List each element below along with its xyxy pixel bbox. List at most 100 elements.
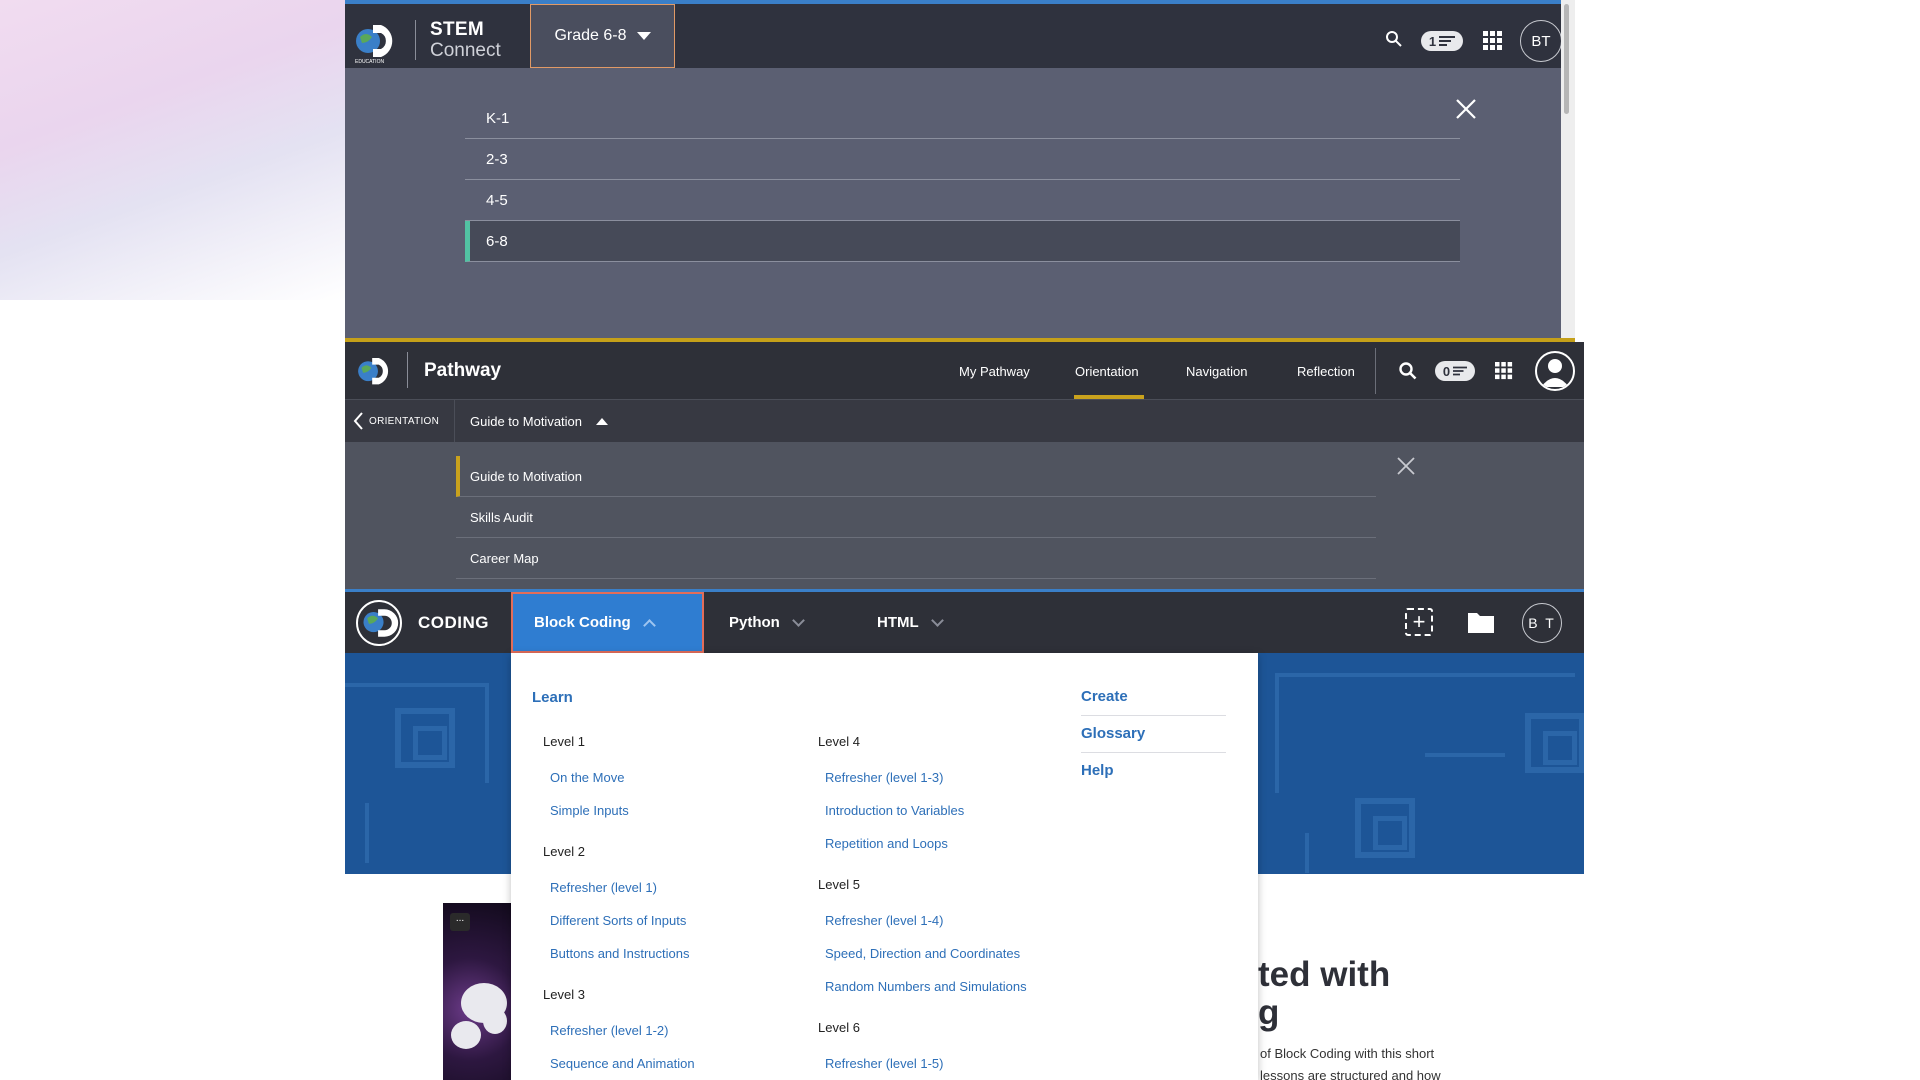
pathway-header: Pathway My Pathway Orientation Navigatio… — [345, 342, 1584, 399]
apps-grid-icon[interactable] — [1495, 362, 1513, 385]
lesson-link[interactable]: Refresher (level 1) — [550, 880, 657, 895]
circuit-trace — [365, 803, 369, 863]
discovery-logo-icon[interactable] — [354, 353, 392, 391]
tab-html[interactable]: HTML — [877, 592, 944, 653]
brand-title: Pathway — [424, 360, 502, 381]
grade-option-4-5[interactable]: 4-5 — [465, 180, 1460, 221]
lesson-item-skills-audit[interactable]: Skills Audit — [456, 497, 1376, 538]
discovery-logo-icon[interactable]: EDUCATION — [351, 19, 397, 65]
tab-label: HTML — [877, 614, 919, 631]
stem-connect-panel: EDUCATION STEM Connect 1 BT Grade 6-8 K-… — [345, 0, 1575, 342]
create-link[interactable]: Create — [1081, 679, 1226, 716]
hero-text-line2: lessons are structured and how — [1260, 1068, 1441, 1080]
chevron-down-icon — [791, 613, 805, 627]
lesson-link[interactable]: Sequence and Animation — [550, 1056, 695, 1071]
asteroid-shape — [451, 1021, 481, 1049]
brand-divider — [407, 352, 408, 388]
nav-orientation[interactable]: Orientation — [1075, 364, 1139, 379]
block-coding-mega-menu: Learn Level 1 On the Move Simple Inputs … — [511, 653, 1258, 1080]
circuit-chip-decoration — [395, 708, 455, 768]
scrollbar-thumb[interactable] — [1564, 4, 1569, 114]
subnav-divider — [454, 400, 455, 443]
lesson-thumbnail[interactable]: ... — [443, 903, 511, 1080]
close-icon[interactable] — [1397, 457, 1415, 480]
caret-up-icon — [596, 418, 609, 425]
level-6-heading: Level 6 — [818, 1020, 860, 1035]
level-1-heading: Level 1 — [543, 734, 585, 749]
nav-divider — [1375, 348, 1376, 394]
asteroid-shape — [483, 1008, 507, 1034]
level-3-heading: Level 3 — [543, 987, 585, 1002]
hero-heading-line2: g — [1258, 993, 1280, 1032]
circuit-chip-decoration — [1525, 713, 1584, 773]
apps-grid-icon[interactable] — [1483, 31, 1503, 56]
lesson-link[interactable]: Refresher (level 1-2) — [550, 1023, 669, 1038]
grade-selector-label: Grade 6-8 — [554, 27, 627, 44]
level-4-heading: Level 4 — [818, 734, 860, 749]
folder-icon[interactable] — [1467, 610, 1495, 639]
tab-block-coding[interactable]: Block Coding — [511, 592, 704, 653]
tab-label: Python — [729, 614, 780, 631]
lesson-item-career-map[interactable]: Career Map — [456, 538, 1376, 579]
search-icon[interactable] — [1385, 30, 1403, 53]
grade-selector-button[interactable]: Grade 6-8 — [530, 4, 675, 68]
user-profile-icon[interactable] — [1535, 351, 1575, 391]
lesson-link[interactable]: Simple Inputs — [550, 803, 629, 818]
tab-label: Block Coding — [534, 614, 631, 631]
lesson-link[interactable]: Refresher (level 1-3) — [825, 770, 944, 785]
circuit-trace — [1275, 673, 1575, 677]
notification-badge[interactable]: 1 — [1421, 31, 1463, 51]
learn-heading[interactable]: Learn — [532, 689, 573, 706]
brand-divider — [415, 20, 416, 60]
circuit-trace — [1305, 833, 1309, 873]
circuit-trace — [485, 683, 489, 783]
help-link[interactable]: Help — [1081, 753, 1226, 790]
nav-reflection[interactable]: Reflection — [1297, 364, 1355, 379]
discovery-logo-icon[interactable] — [356, 600, 402, 646]
brand-subtitle: Connect — [430, 40, 501, 61]
list-icon — [1453, 366, 1468, 376]
grade-option-k-1[interactable]: K-1 — [465, 98, 1460, 139]
grade-option-6-8[interactable]: 6-8 — [465, 221, 1460, 262]
badge-count: 0 — [1442, 363, 1451, 379]
add-project-icon[interactable]: + — [1405, 608, 1433, 636]
lesson-link[interactable]: Repetition and Loops — [825, 836, 948, 851]
lesson-link[interactable]: On the Move — [550, 770, 624, 785]
lesson-link[interactable]: Introduction to Variables — [825, 803, 964, 818]
level-5-heading: Level 5 — [818, 877, 860, 892]
lesson-link[interactable]: Random Numbers and Simulations — [825, 979, 1027, 994]
brand-title: CODING — [418, 613, 489, 632]
lesson-dropdown-label: Guide to Motivation — [470, 414, 583, 429]
back-to-orientation[interactable]: ORIENTATION — [353, 412, 439, 430]
lesson-link[interactable]: Refresher (level 1-5) — [825, 1056, 944, 1071]
caret-down-icon — [636, 32, 651, 40]
circuit-chip-decoration — [1355, 798, 1415, 858]
user-avatar[interactable]: B T — [1522, 603, 1562, 643]
notification-badge[interactable]: 0 — [1435, 361, 1475, 381]
circuit-trace — [345, 683, 485, 687]
chevron-down-icon — [930, 613, 944, 627]
lesson-dropdown-panel: Guide to Motivation Skills Audit Career … — [345, 442, 1584, 589]
lesson-item-guide-to-motivation[interactable]: Guide to Motivation — [456, 456, 1376, 497]
level-2-heading: Level 2 — [543, 844, 585, 859]
user-avatar[interactable]: BT — [1520, 20, 1562, 62]
nav-navigation[interactable]: Navigation — [1186, 364, 1247, 379]
background-gradient — [0, 0, 345, 300]
lesson-dropdown-toggle[interactable]: Guide to Motivation — [470, 414, 609, 429]
search-icon[interactable] — [1399, 362, 1417, 385]
lesson-link[interactable]: Buttons and Instructions — [550, 946, 689, 961]
nav-my-pathway[interactable]: My Pathway — [959, 364, 1030, 379]
glossary-link[interactable]: Glossary — [1081, 716, 1226, 753]
lesson-link[interactable]: Different Sorts of Inputs — [550, 913, 686, 928]
grade-option-2-3[interactable]: 2-3 — [465, 139, 1460, 180]
lesson-link[interactable]: Refresher (level 1-4) — [825, 913, 944, 928]
tab-python[interactable]: Python — [729, 592, 805, 653]
more-options-icon[interactable]: ... — [450, 913, 470, 931]
circuit-trace — [1275, 673, 1279, 793]
circuit-trace — [1425, 753, 1505, 757]
lesson-link[interactable]: Speed, Direction and Coordinates — [825, 946, 1020, 961]
brand-title: STEM — [430, 19, 484, 40]
svg-text:EDUCATION: EDUCATION — [355, 59, 384, 65]
chevron-up-icon — [642, 618, 656, 632]
coding-header: CODING Block Coding Python HTML + B T — [345, 592, 1584, 653]
